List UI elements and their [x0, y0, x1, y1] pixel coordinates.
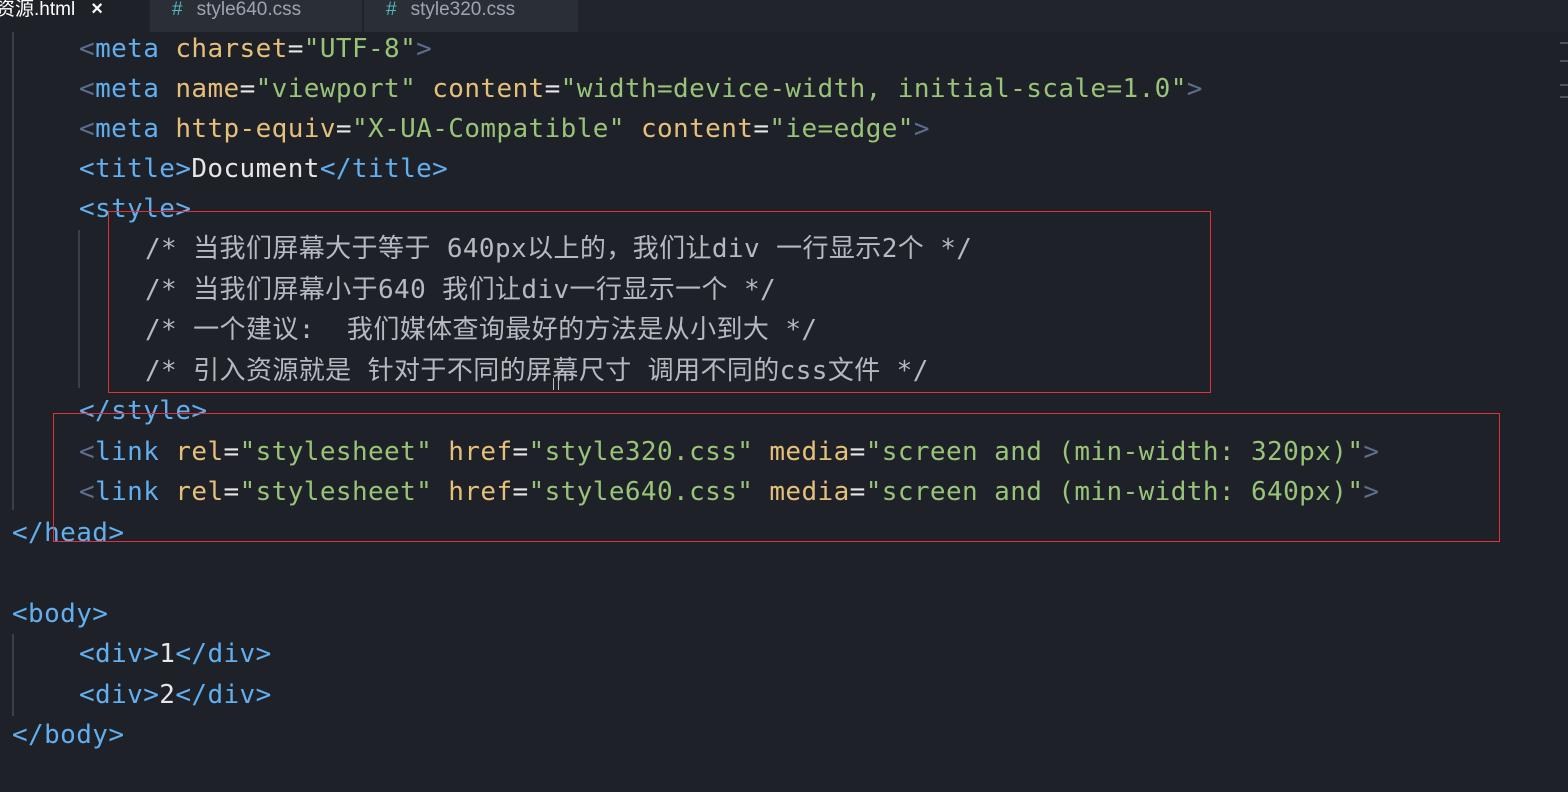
code-line: <meta charset="UTF-8">: [79, 34, 433, 64]
annotation-box-links: [53, 413, 1500, 542]
indent-guide: [12, 32, 14, 510]
tab-label: 资源.html: [0, 0, 76, 20]
code-line: <meta http-equiv="X-UA-Compatible" conte…: [79, 114, 930, 144]
tab-label: style320.css: [410, 0, 516, 20]
css-file-icon: #: [386, 0, 397, 20]
tab-label: style640.css: [196, 0, 302, 20]
indent-guide: [12, 634, 14, 716]
close-icon[interactable]: ×: [91, 0, 103, 19]
code-editor[interactable]: <meta charset="UTF-8"> <meta name="viewp…: [0, 32, 1568, 792]
minimap-marker: [1560, 84, 1568, 86]
code-line: <meta name="viewport" content="width=dev…: [79, 74, 1203, 104]
minimap-marker: [1560, 96, 1568, 98]
tab-resource-html[interactable]: 资源.html ×: [0, 0, 148, 32]
code-line: <div>2</div>: [79, 680, 272, 710]
indent-guide: [78, 230, 80, 388]
editor-tab-bar: 资源.html × # style640.css # style320.css: [0, 0, 1568, 32]
code-line: <body>: [12, 599, 109, 629]
tab-style320-css[interactable]: # style320.css: [364, 0, 578, 32]
code-line: <div>1</div>: [79, 639, 272, 669]
minimap-marker: [1560, 42, 1568, 44]
tab-style640-css[interactable]: # style640.css: [150, 0, 362, 32]
css-file-icon: #: [172, 0, 183, 20]
code-line: </body>: [12, 720, 125, 750]
minimap-marker: [1560, 60, 1568, 62]
text-cursor-icon: [553, 378, 559, 390]
annotation-box-comments: [108, 211, 1211, 393]
code-line: <title>Document</title>: [79, 154, 449, 184]
